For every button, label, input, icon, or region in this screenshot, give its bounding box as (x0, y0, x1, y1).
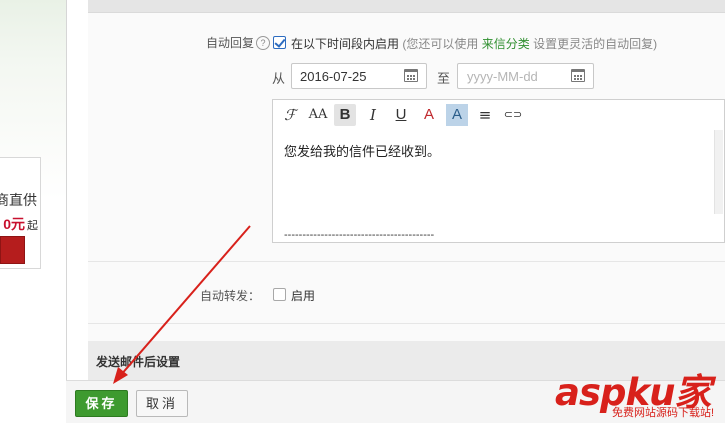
auto-reply-label: 自动回复? (150, 34, 270, 51)
bold-icon[interactable]: B (334, 104, 356, 126)
ad-text: 商直供 (0, 192, 37, 208)
hint-prefix: (您还可以使用 (402, 37, 479, 51)
end-date-input[interactable]: yyyy-MM-dd (457, 63, 594, 89)
auto-forward-label: 自动转发： (199, 289, 260, 303)
auto-forward-checkbox[interactable] (273, 288, 286, 301)
auto-reply-label-text: 自动回复 (205, 36, 254, 50)
sidebar-divider (66, 0, 67, 380)
category-link[interactable]: 来信分类 (482, 37, 530, 51)
align-icon[interactable]: ≡ (474, 104, 496, 126)
text-color-icon[interactable]: A (418, 104, 440, 126)
signature-separator: ----------------------------------------… (284, 229, 435, 241)
end-date-placeholder: yyyy-MM-dd (467, 69, 538, 84)
send-settings-title: 发送邮件后设置 (96, 355, 181, 369)
ad-price: 0元 (3, 216, 25, 232)
help-icon[interactable]: ? (256, 36, 270, 50)
from-label: 从 (272, 71, 286, 86)
to-label: 至 (437, 71, 451, 86)
ad-button[interactable] (0, 236, 25, 264)
panel-top-bar (88, 0, 725, 13)
save-button[interactable]: 保存 (75, 390, 128, 417)
sidebar-ad[interactable]: 商直供 0元起 (0, 157, 41, 269)
ad-unit: 起 (27, 220, 38, 232)
editor-toolbar: ℱ AA B I U A A ≡ ⊂⊃ (273, 100, 724, 130)
auto-reply-enable-text: 在以下时间段内启用 (291, 37, 400, 51)
font-family-icon[interactable]: ℱ (279, 104, 301, 126)
auto-forward-enable-text: 启用 (291, 289, 316, 303)
font-size-icon[interactable]: AA (307, 104, 329, 126)
underline-icon[interactable]: U (390, 104, 412, 126)
auto-reply-enable-line: 在以下时间段内启用 (您还可以使用 来信分类 设置更灵活的自动回复) (291, 35, 657, 52)
hint-suffix: 设置更灵活的自动回复) (533, 37, 658, 51)
row-divider (88, 323, 725, 324)
link-icon[interactable]: ⊂⊃ (502, 104, 524, 126)
editor-scrollbar[interactable] (714, 130, 723, 214)
start-date-value: 2016-07-25 (300, 69, 367, 84)
auto-reply-checkbox[interactable] (273, 36, 286, 49)
row-divider (88, 261, 725, 262)
italic-icon[interactable]: I (362, 104, 384, 126)
watermark-subtitle: 免费网站源码下载站! (612, 407, 715, 419)
reply-body-text: 您发给我的信件已经收到。 (284, 144, 441, 159)
start-date-input[interactable]: 2016-07-25 (291, 63, 427, 89)
calendar-icon[interactable] (571, 69, 585, 82)
reply-editor[interactable]: ℱ AA B I U A A ≡ ⊂⊃ 您发给我的信件已经收到。 -------… (272, 99, 725, 243)
ad-price-line: 0元起 (3, 214, 38, 234)
cancel-button[interactable]: 取消 (136, 390, 188, 417)
background-color-icon[interactable]: A (446, 104, 468, 126)
calendar-icon[interactable] (404, 69, 418, 82)
